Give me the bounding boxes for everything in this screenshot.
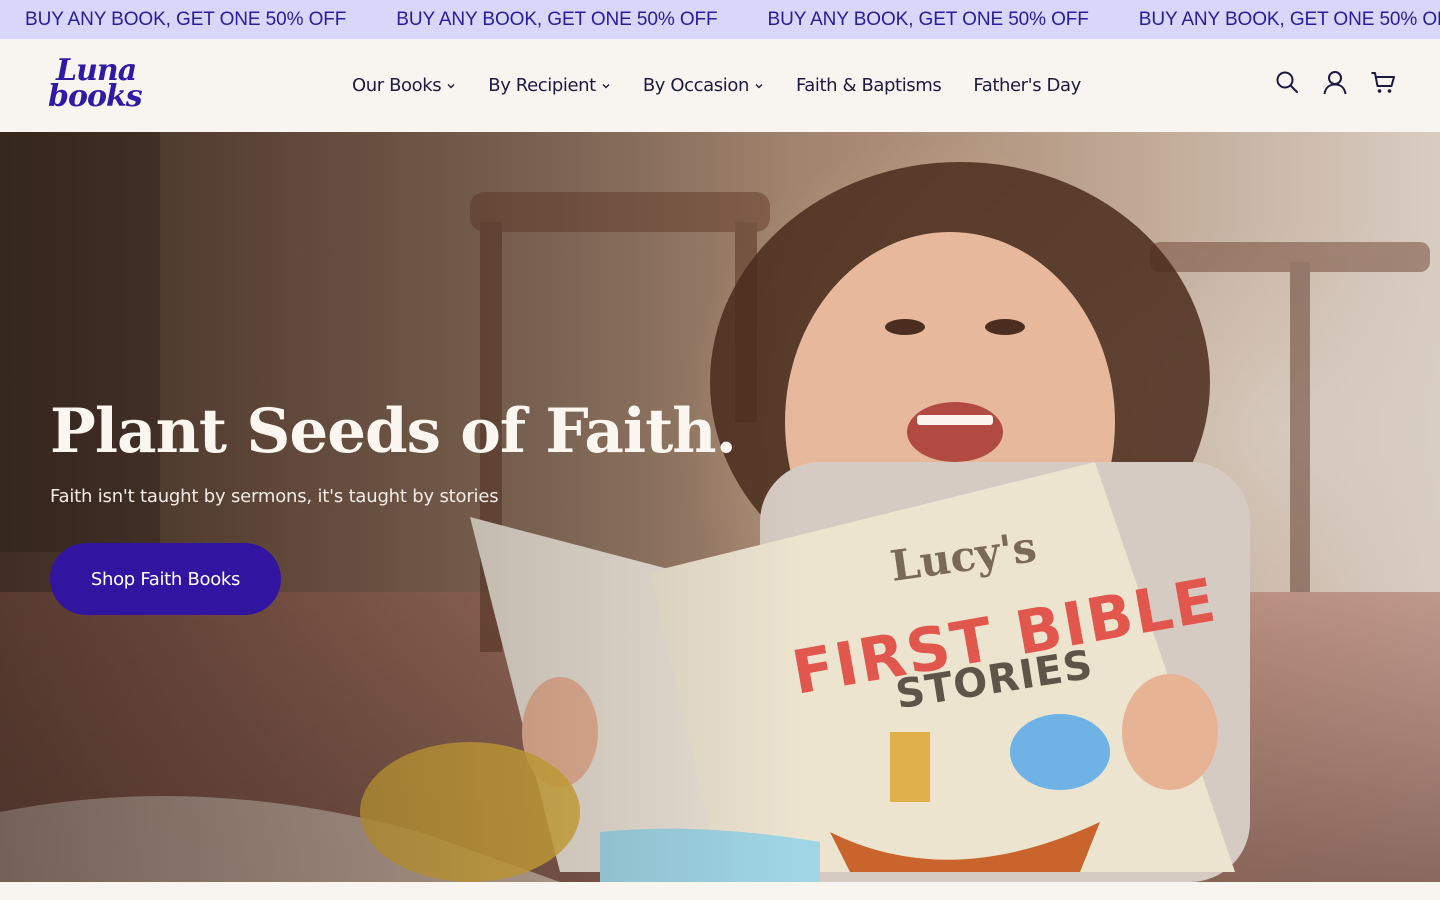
- hero-gradient-overlay: [0, 132, 800, 882]
- nav-item-by-occasion[interactable]: By Occasion: [643, 75, 764, 96]
- logo-link[interactable]: Luna books: [46, 53, 143, 119]
- nav-item-fathers-day[interactable]: Father's Day: [973, 75, 1081, 96]
- chevron-down-icon: [447, 83, 455, 88]
- announcement-text: BUY ANY BOOK, GET ONE 50% OFF: [767, 8, 1089, 30]
- announcement-text: BUY ANY BOOK, GET ONE 50% OFF: [25, 8, 347, 30]
- search-icon[interactable]: [1274, 69, 1300, 95]
- nav-item-label: Our Books: [352, 75, 442, 96]
- announcement-track: BUY ANY BOOK, GET ONE 50% OFF BUY ANY BO…: [0, 0, 1440, 39]
- nav-item-label: Faith & Baptisms: [795, 75, 942, 96]
- nav-item-by-recipient[interactable]: By Recipient: [488, 75, 611, 96]
- hero-banner: Lucy's FIRST BIBLE STORIES Plant Seeds o…: [0, 132, 1440, 882]
- child-right-hand: [1122, 674, 1218, 790]
- shop-faith-books-button[interactable]: Shop Faith Books: [50, 543, 281, 615]
- hero-subtitle: Faith isn't taught by sermons, it's taug…: [50, 486, 499, 507]
- announcement-bar: BUY ANY BOOK, GET ONE 50% OFF BUY ANY BO…: [0, 0, 1440, 39]
- nav-item-faith-baptisms[interactable]: Faith & Baptisms: [795, 75, 942, 96]
- logo-text-bottom: books: [48, 79, 143, 114]
- nav-item-label: By Occasion: [642, 75, 750, 96]
- nav-item-label: By Recipient: [488, 75, 596, 96]
- header-actions: [1274, 69, 1396, 95]
- chevron-down-icon: [602, 83, 610, 88]
- announcement-text: BUY ANY BOOK, GET ONE 50% OFF: [396, 8, 718, 30]
- cart-icon[interactable]: [1370, 69, 1396, 95]
- announcement-text: BUY ANY BOOK, GET ONE 50% OFF: [1138, 8, 1440, 30]
- child-mouth: [907, 402, 1003, 462]
- nav-item-label: Father's Day: [973, 75, 1081, 96]
- page-bottom-strip: [0, 882, 1440, 900]
- site-header: Luna books Our Books By Recipient By Occ…: [0, 39, 1440, 132]
- nav-item-our-books[interactable]: Our Books: [352, 75, 456, 96]
- account-icon[interactable]: [1322, 69, 1348, 95]
- main-nav: Our Books By Recipient By Occasion Faith…: [352, 39, 1113, 132]
- hero-title: Plant Seeds of Faith.: [50, 396, 737, 467]
- chevron-down-icon: [755, 83, 763, 88]
